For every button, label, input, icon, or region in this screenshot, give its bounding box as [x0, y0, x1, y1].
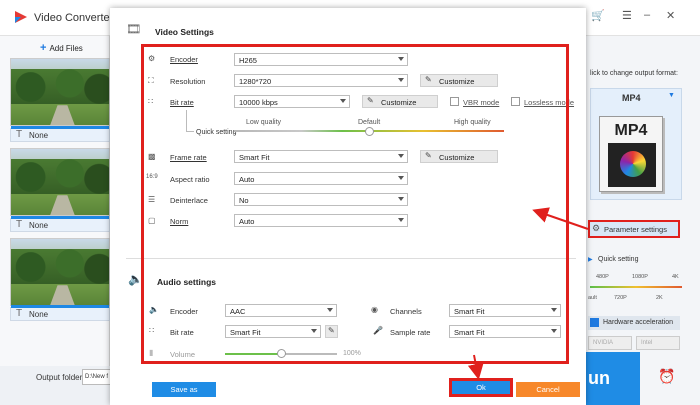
subtitle-track[interactable]: T None — [10, 305, 110, 321]
output-format-hint: lick to change output format: — [590, 70, 678, 77]
hardware-acceleration-checkbox[interactable] — [590, 318, 599, 327]
text-icon: T — [16, 308, 23, 319]
app-logo-icon — [15, 11, 27, 23]
dialog-title: Video Settings — [155, 27, 214, 37]
quality-tick-label: 480P — [596, 274, 609, 280]
add-files-label: Add Files — [49, 44, 83, 53]
close-icon[interactable]: ✕ — [666, 9, 675, 22]
intel-badge: Intel — [636, 336, 680, 350]
hardware-acceleration-label: Hardware acceleration — [603, 319, 674, 326]
parameter-settings-label: Parameter settings — [604, 225, 667, 234]
quality-tick-label: 4K — [672, 274, 679, 280]
video-thumbnail[interactable] — [10, 58, 110, 126]
nvidia-badge: NVIDIA — [588, 336, 632, 350]
quality-tick-label: 720P — [614, 295, 627, 301]
minimize-icon[interactable]: – — [644, 9, 650, 21]
alarm-clock-icon[interactable]: ⏰ — [658, 368, 675, 385]
text-icon: T — [16, 129, 23, 140]
app-title: Video Converter — [34, 12, 114, 24]
settings-highlight-frame — [141, 44, 569, 364]
video-thumbnail[interactable] — [10, 148, 110, 216]
subtitle-track[interactable]: T None — [10, 216, 110, 232]
quick-setting-slider[interactable] — [590, 286, 682, 288]
quality-tick-label: 2K — [656, 295, 663, 301]
output-folder-label: Output folder: — [36, 373, 85, 382]
parameter-settings-button[interactable]: ⚙ Parameter settings — [588, 220, 680, 238]
text-icon: T — [16, 219, 23, 230]
subtitle-track[interactable]: T None — [10, 126, 110, 142]
triangle-icon: ▶ — [588, 257, 593, 263]
track-label: None — [29, 310, 49, 319]
ok-button[interactable]: Ok — [449, 378, 513, 397]
output-folder-input[interactable]: D:\New f — [82, 369, 112, 385]
run-button[interactable]: un — [586, 352, 640, 405]
cart-icon[interactable]: 🛒 — [591, 9, 605, 22]
video-settings-icon: 🎞 — [126, 22, 142, 36]
quality-tick-label: 1080P — [632, 274, 648, 280]
quality-tick-label: ault — [588, 295, 597, 301]
save-as-button[interactable]: Save as — [152, 382, 216, 397]
plus-icon: + — [40, 42, 47, 54]
video-thumbnail[interactable] — [10, 238, 110, 306]
menu-icon[interactable]: ☰ — [622, 9, 632, 22]
add-files-button[interactable]: + Add Files — [40, 42, 83, 54]
cancel-button[interactable]: Cancel — [516, 382, 580, 397]
mp4-format-icon: MP4 — [599, 116, 663, 192]
format-icon-text: MP4 — [614, 122, 648, 139]
settings-icon: ⚙ — [592, 223, 601, 233]
quick-setting-label: Quick setting — [598, 256, 639, 263]
track-label: None — [29, 131, 49, 140]
track-label: None — [29, 221, 49, 230]
output-format-label: MP4 — [622, 93, 641, 103]
dropdown-caret-icon: ▼ — [668, 92, 675, 99]
